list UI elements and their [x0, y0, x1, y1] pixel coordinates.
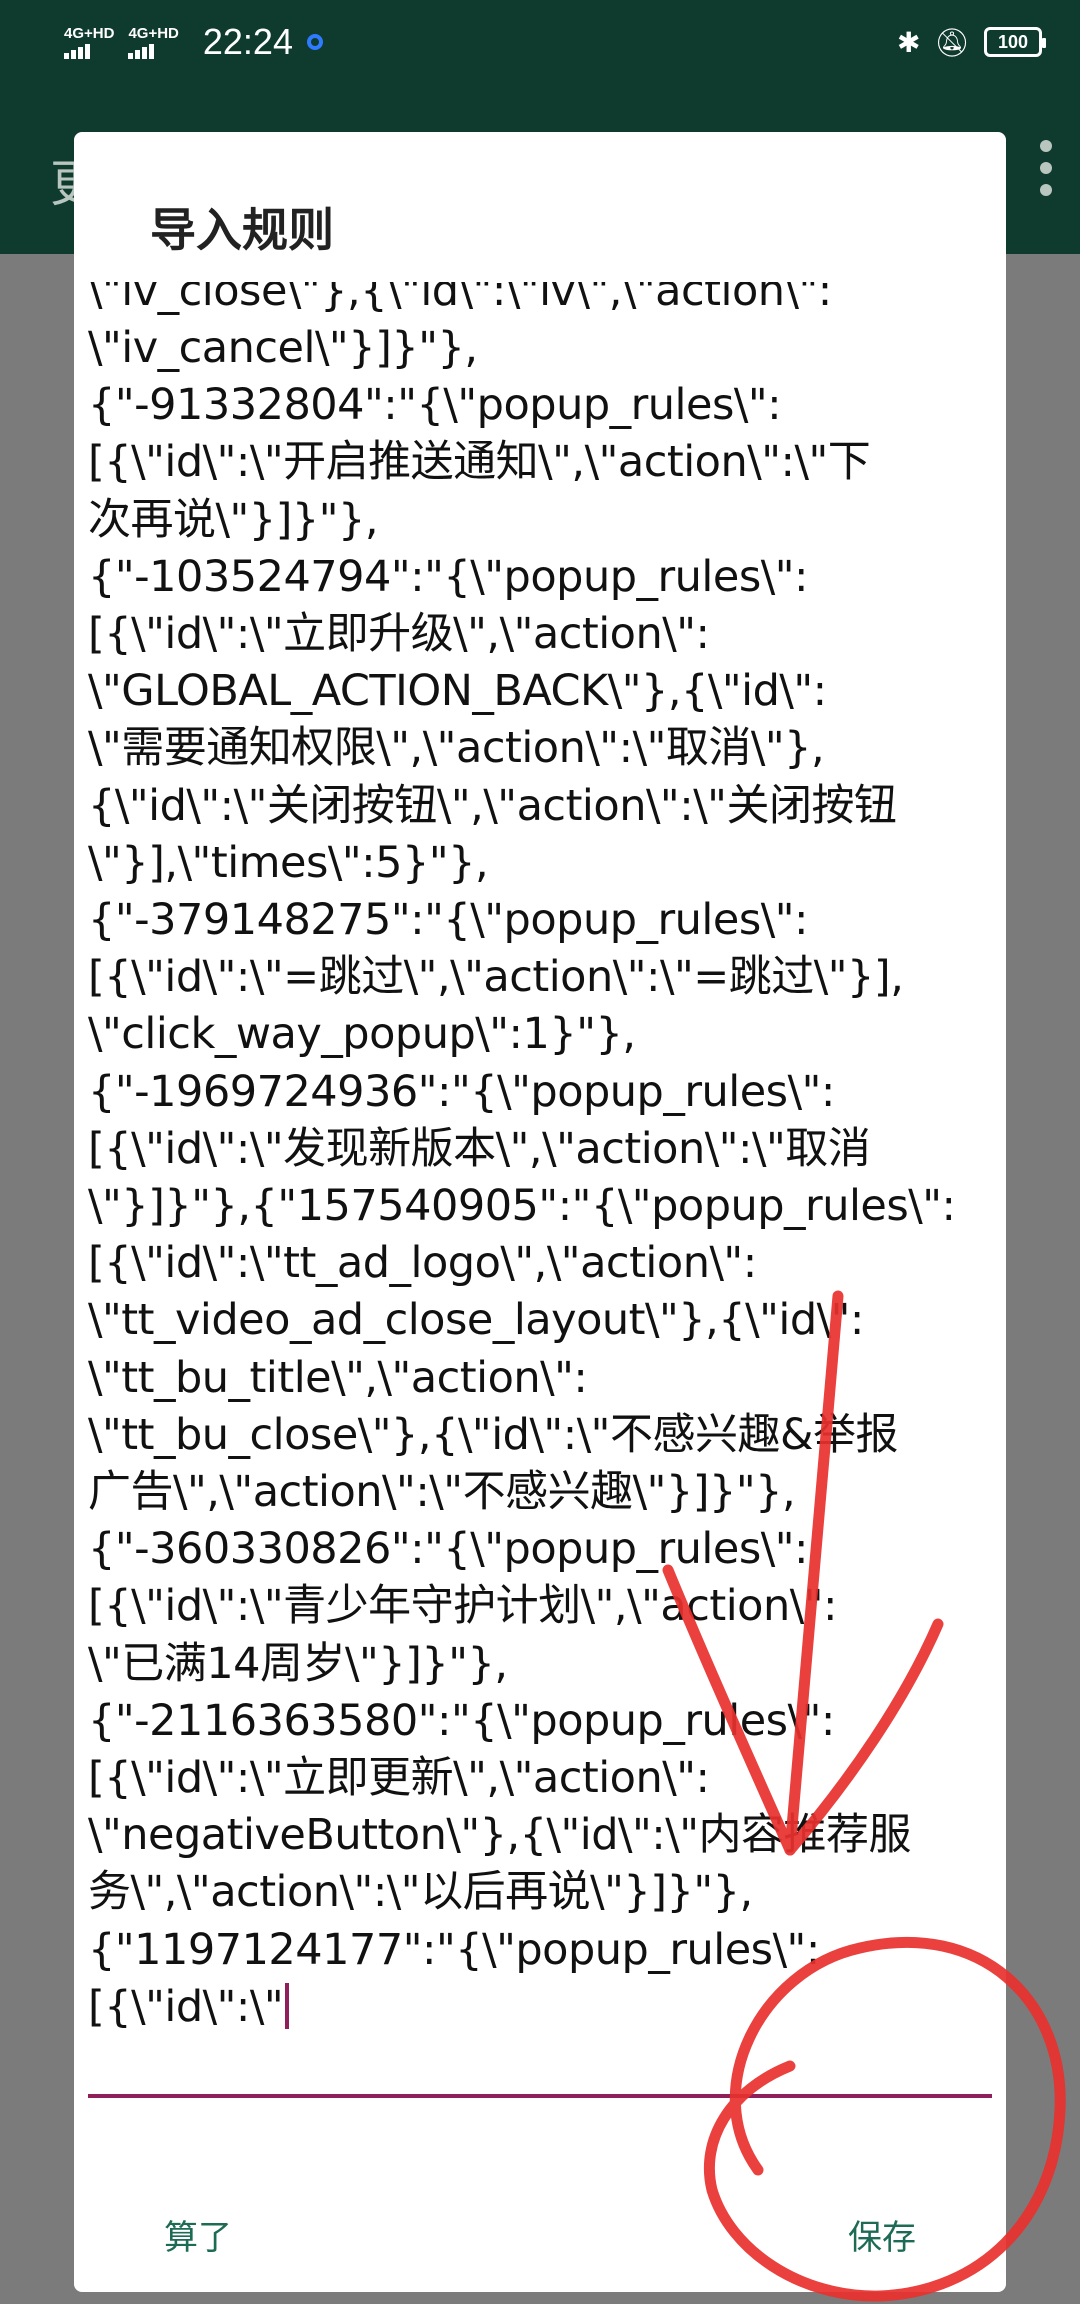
rules-text-line: {"-1969724936":"{\"popup_rules\": — [88, 1066, 835, 1117]
clock: 22:24 — [202, 21, 293, 62]
status-bar: 4G+HD 4G+HD 22:24 ✱ 🔕︎ 100 — [0, 0, 1080, 84]
rules-text-line: \"已满14周岁\"}]}"}, — [88, 1638, 508, 1689]
network-type-1: 4G+HD — [64, 24, 115, 42]
text-field-underline — [88, 2094, 992, 2098]
rules-text-line: [{\"id\":\"立即升级\",\"action\": — [88, 608, 710, 659]
sync-icon — [306, 34, 323, 50]
rules-text-line: \"iv_cancel\"}]}"}, — [88, 322, 478, 373]
cancel-button[interactable]: 算了 — [134, 2184, 262, 2284]
network-type-2: 4G+HD — [128, 24, 179, 42]
rules-text-line: {"-91332804":"{\"popup_rules\": — [88, 380, 782, 431]
battery-icon: 100 — [984, 27, 1046, 57]
rules-text-line: {"1197124177":"{\"popup_rules\": — [88, 1924, 820, 1975]
rules-text-line: {"-379148275":"{\"popup_rules\": — [88, 894, 808, 945]
rules-text-line: \"click_way_popup\":1}"}, — [88, 1009, 636, 1060]
rules-text-line: \"GLOBAL_ACTION_BACK\"},{\"id\": — [88, 666, 827, 717]
rules-text[interactable]: [{\"id\":\"clean_adv_image\",\"action\":… — [88, 282, 998, 2036]
rules-text-line: \"}]}"},{"157540905":"{\"popup_rules\": — [88, 1180, 956, 1231]
rules-text-line: [{\"id\":\"青少年守护计划\",\"action\": — [88, 1581, 837, 1632]
rules-text-line: [{\"id\":\"立即更新\",\"action\": — [88, 1752, 710, 1803]
rules-text-line: [{\"id\":\" — [88, 1979, 998, 2036]
rules-text-line: \"tt_bu_title\",\"action\": — [88, 1352, 588, 1403]
rules-text-line: {"-360330826":"{\"popup_rules\": — [88, 1524, 808, 1575]
import-rules-dialog: 导入规则 [{\"id\":\"clean_adv_image\",\"acti… — [74, 132, 1006, 2292]
rules-text-line: \"}],\"times\":5}"}, — [88, 837, 489, 888]
rules-text-line: {"-103524794":"{\"popup_rules\": — [88, 551, 808, 602]
text-cursor — [285, 1982, 290, 2029]
rules-text-line: 次再说\"}]}"}, — [88, 494, 379, 545]
overflow-menu-icon[interactable] — [1040, 140, 1052, 196]
rules-text-field[interactable]: [{\"id\":\"clean_adv_image\",\"action\":… — [88, 282, 998, 2042]
rules-text-line: \"tt_bu_close\"},{\"id\":\"不感兴趣&举报 — [88, 1409, 899, 1460]
signal-icon: 4G+HD — [128, 24, 179, 59]
signal-icon: 4G+HD — [64, 26, 114, 59]
rules-text-line: {"-2116363580":"{\"popup_rules\": — [88, 1695, 835, 1746]
rules-text-line: [{\"id\":\"=跳过\",\"action\":\"=跳过\"}], — [88, 952, 904, 1003]
bluetooth-icon: ✱ — [896, 26, 921, 58]
rules-text-line: \"iv_close\"},{\"id\":\"iv\",\"action\": — [88, 282, 832, 316]
save-button[interactable]: 保存 — [818, 2184, 946, 2284]
dialog-title: 导入规则 — [150, 203, 334, 257]
rules-text-line: \"negativeButton\"},{\"id\":\"内容推荐服 — [88, 1810, 912, 1861]
rules-text-line: 务\",\"action\":\"以后再说\"}]}"}, — [88, 1867, 753, 1918]
rules-text-line: [{\"id\":\"发现新版本\",\"action\":\"取消 — [88, 1123, 871, 1174]
rules-text-line: {\"id\":\"关闭按钮\",\"action\":\"关闭按钮 — [88, 780, 897, 831]
battery-level: 100 — [997, 31, 1029, 52]
rules-text-line: 广告\",\"action\":\"不感兴趣\"}]}"}, — [88, 1466, 796, 1517]
rules-text-line: \"tt_video_ad_close_layout\"},{\"id\": — [88, 1295, 864, 1346]
mute-icon: 🔕︎ — [934, 26, 970, 58]
rules-text-line: \"需要通知权限\",\"action\":\"取消\"}, — [88, 723, 825, 774]
rules-text-line: [{\"id\":\"开启推送通知\",\"action\":\"下 — [88, 437, 871, 488]
rules-text-line: [{\"id\":\"tt_ad_logo\",\"action\": — [88, 1238, 757, 1289]
